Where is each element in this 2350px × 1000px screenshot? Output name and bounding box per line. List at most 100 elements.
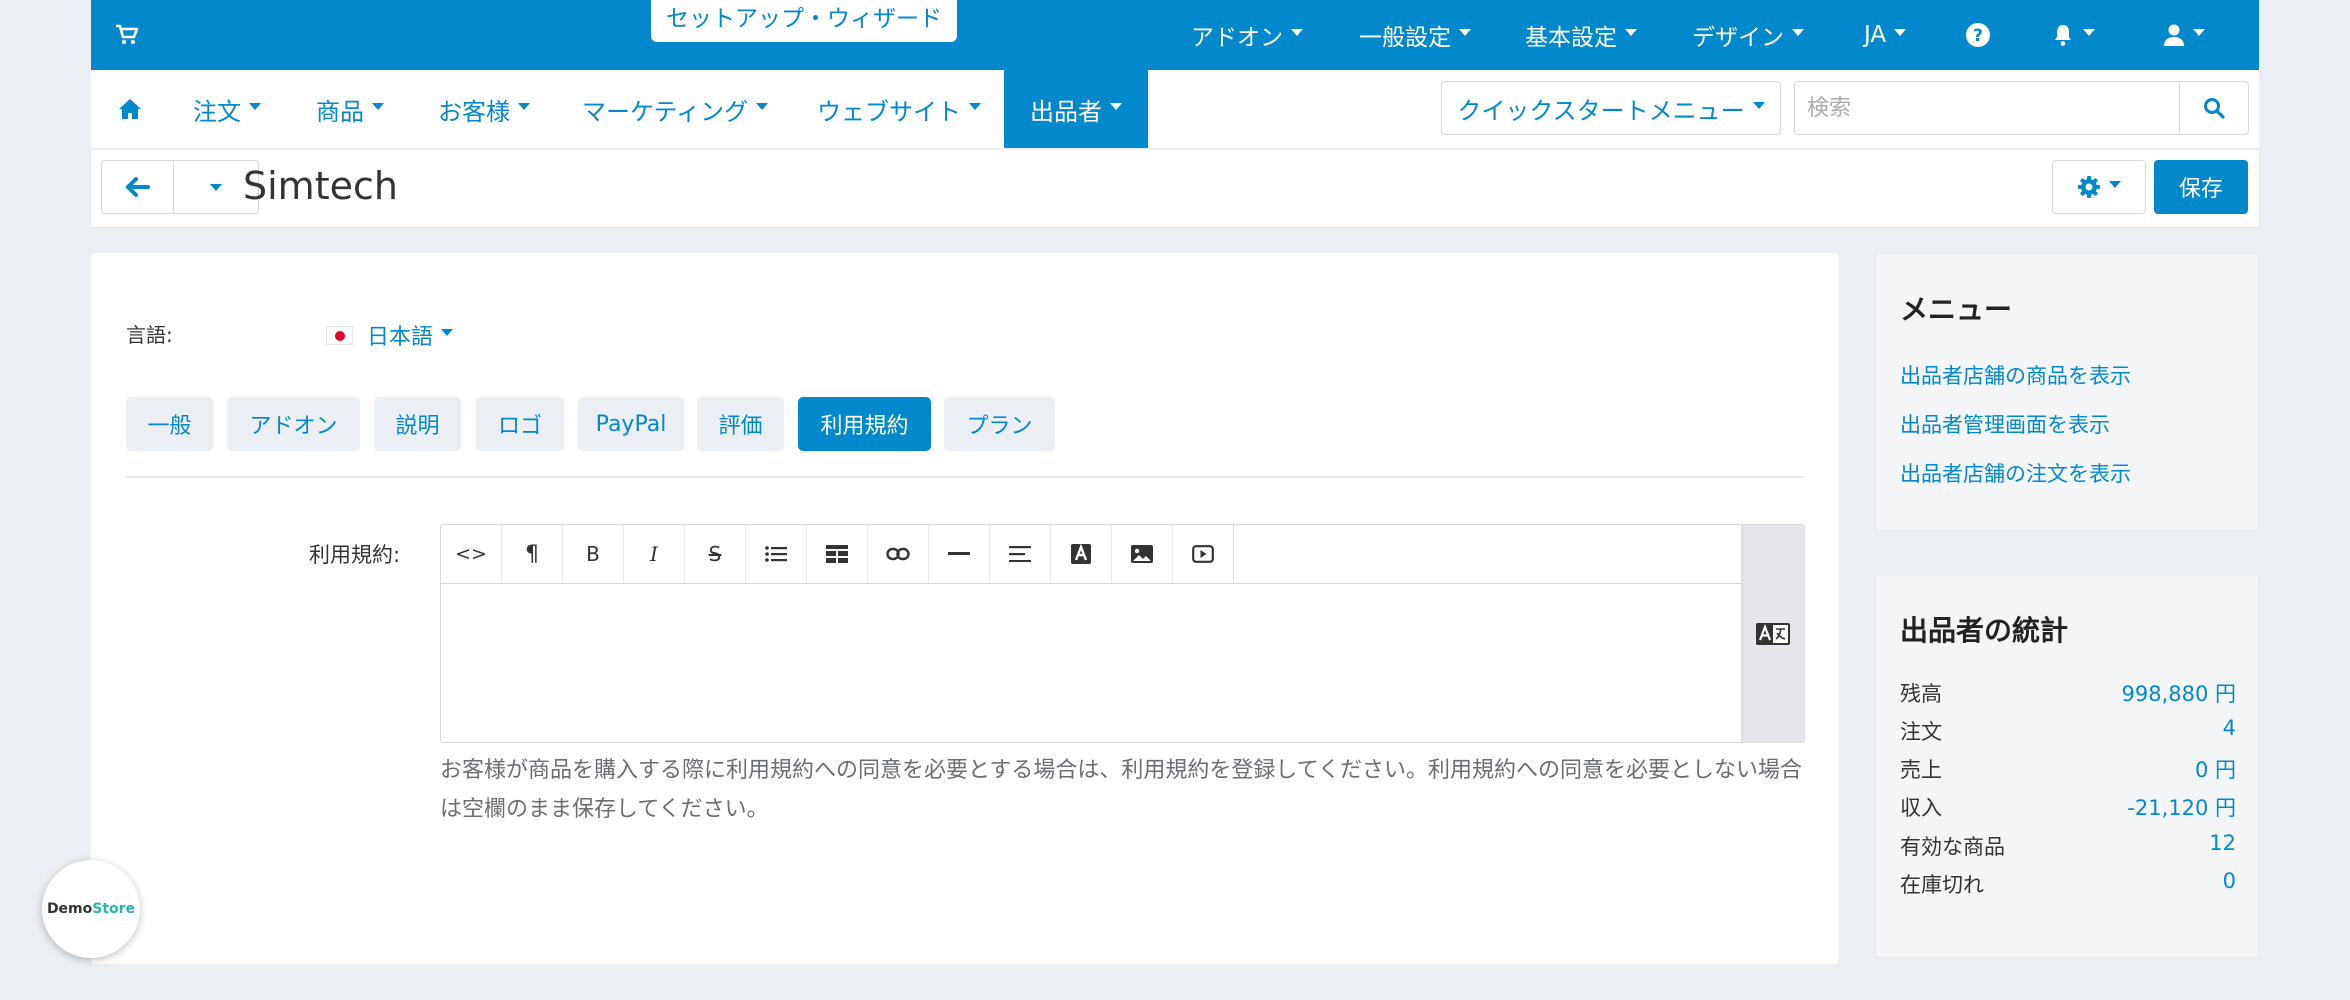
bold-button[interactable]: B — [563, 525, 624, 583]
paragraph-icon: ¶ — [525, 541, 539, 567]
menu-addons-label: アドオン — [1191, 25, 1283, 51]
back-button[interactable] — [102, 161, 174, 213]
insert-video-button[interactable] — [1173, 525, 1234, 583]
demo-store-logo[interactable]: Demo Store — [42, 860, 140, 958]
nav-orders[interactable]: 注文 — [193, 70, 261, 148]
translate-icon — [1756, 622, 1790, 645]
save-button[interactable]: 保存 — [2154, 160, 2248, 214]
stat-value[interactable]: 0 — [2223, 869, 2236, 899]
user-menu-button[interactable] — [2163, 0, 2205, 70]
tab-logo[interactable]: ロゴ — [476, 397, 564, 451]
link-view-vendor-products[interactable]: 出品者店舗の商品を表示 — [1900, 360, 2131, 390]
chevron-down-icon — [249, 102, 261, 110]
stat-row-active-products: 有効な商品 12 — [1900, 831, 2236, 861]
chevron-down-icon — [1625, 28, 1637, 36]
link-view-vendor-orders[interactable]: 出品者店舗の注文を表示 — [1900, 458, 2131, 488]
tab-terms[interactable]: 利用規約 — [798, 397, 931, 451]
stat-row-orders: 注文 4 — [1900, 716, 2236, 746]
chevron-down-icon — [518, 102, 530, 110]
translate-button[interactable] — [1741, 525, 1804, 742]
nav-products[interactable]: 商品 — [316, 70, 384, 148]
stat-value[interactable]: -21,120 円 — [2127, 792, 2236, 822]
rich-text-editor: <> ¶ B I S — [440, 524, 1805, 743]
tab-reviews[interactable]: 評価 — [697, 397, 784, 451]
menu-general-settings[interactable]: 一般設定 — [1359, 0, 1471, 70]
code-view-button[interactable]: <> — [441, 525, 502, 583]
menu-design[interactable]: デザイン — [1692, 0, 1804, 70]
paragraph-button[interactable]: ¶ — [502, 525, 563, 583]
menu-addons[interactable]: アドオン — [1191, 0, 1303, 70]
tab-description[interactable]: 説明 — [374, 397, 461, 451]
search-button[interactable] — [2179, 81, 2249, 135]
menu-language[interactable]: JA — [1864, 0, 1907, 70]
search-input[interactable] — [1794, 81, 2180, 135]
quickstart-label: クイックスタートメニュー — [1457, 96, 1745, 125]
tab-general[interactable]: 一般 — [126, 397, 213, 451]
chevron-down-icon — [1110, 102, 1122, 110]
list-icon — [765, 545, 787, 563]
notifications-button[interactable] — [2051, 0, 2095, 70]
chevron-down-icon — [441, 328, 454, 336]
chevron-down-icon — [1459, 28, 1471, 36]
strikethrough-icon: S — [708, 542, 722, 566]
italic-icon: I — [650, 542, 658, 566]
top-bar: セットアップ・ウィザード アドオン 一般設定 基本設定 デザイン JA ? — [91, 0, 2259, 70]
page-header: Simtech 保存 — [91, 149, 2259, 227]
nav-website[interactable]: ウェブサイト — [817, 70, 981, 148]
sidebar-menu-title: メニュー — [1900, 293, 2013, 326]
stat-label: 売上 — [1900, 758, 1942, 782]
help-icon[interactable]: ? — [1965, 0, 1991, 70]
table-button[interactable] — [807, 525, 868, 583]
stat-label: 有効な商品 — [1900, 835, 2005, 859]
gear-icon — [2077, 175, 2101, 199]
settings-dropdown-button[interactable] — [2052, 160, 2146, 214]
quickstart-menu-button[interactable]: クイックスタートメニュー — [1441, 81, 1781, 135]
tab-paypal[interactable]: PayPal — [578, 397, 684, 451]
link-view-vendor-admin[interactable]: 出品者管理画面を表示 — [1900, 409, 2110, 439]
terms-editor-area[interactable] — [441, 584, 1741, 742]
link-button[interactable] — [868, 525, 929, 583]
stat-value[interactable]: 998,880 円 — [2121, 678, 2236, 708]
search-icon — [2203, 97, 2225, 119]
horizontal-rule-button[interactable] — [929, 525, 990, 583]
stat-value[interactable]: 12 — [2209, 831, 2236, 861]
menu-design-label: デザイン — [1692, 25, 1784, 51]
stat-row-sales: 売上 0 円 — [1900, 754, 2236, 784]
vendor-form: 言語: 日本語 一般 アドオン 説明 ロゴ PayPal 評価 利用規約 プラン… — [91, 253, 1839, 964]
chevron-down-icon — [2083, 28, 2095, 36]
nav-products-label: 商品 — [316, 97, 364, 126]
nav-customers-label: お客様 — [438, 97, 510, 126]
align-button[interactable] — [990, 525, 1051, 583]
nav-orders-label: 注文 — [193, 97, 241, 126]
stat-row-income: 収入 -21,120 円 — [1900, 792, 2236, 822]
main-navigation: 注文 商品 お客様 マーケティング ウェブサイト 出品者 クイックスタートメニュ… — [91, 70, 2259, 148]
tab-addons[interactable]: アドオン — [227, 397, 360, 451]
table-icon — [826, 545, 848, 563]
font-color-icon — [1071, 544, 1091, 564]
strikethrough-button[interactable]: S — [685, 525, 746, 583]
link-icon — [886, 547, 910, 561]
list-button[interactable] — [746, 525, 807, 583]
stat-value[interactable]: 4 — [2223, 716, 2236, 746]
chevron-down-icon — [1752, 101, 1765, 109]
nav-marketing[interactable]: マーケティング — [582, 70, 769, 148]
nav-vendors[interactable]: 出品者 — [1004, 70, 1148, 148]
vendor-stats-title: 出品者の統計 — [1900, 614, 2069, 647]
arrow-left-icon — [125, 177, 150, 197]
font-color-button[interactable] — [1051, 525, 1112, 583]
italic-button[interactable]: I — [624, 525, 685, 583]
page-title: Simtech — [243, 164, 398, 208]
insert-image-button[interactable] — [1112, 525, 1173, 583]
menu-language-label: JA — [1864, 22, 1887, 48]
setup-wizard-button[interactable]: セットアップ・ウィザード — [651, 0, 957, 42]
language-value: 日本語 — [367, 325, 434, 350]
tab-plans[interactable]: プラン — [944, 397, 1055, 451]
stat-value[interactable]: 0 円 — [2195, 754, 2236, 784]
nav-customers[interactable]: お客様 — [438, 70, 530, 148]
chevron-down-icon — [210, 183, 222, 191]
cart-icon[interactable] — [115, 24, 139, 46]
stat-row-balance: 残高 998,880 円 — [1900, 678, 2236, 708]
language-selector[interactable]: 日本語 — [326, 319, 454, 351]
menu-basic-settings[interactable]: 基本設定 — [1525, 0, 1637, 70]
home-icon[interactable] — [118, 70, 142, 148]
